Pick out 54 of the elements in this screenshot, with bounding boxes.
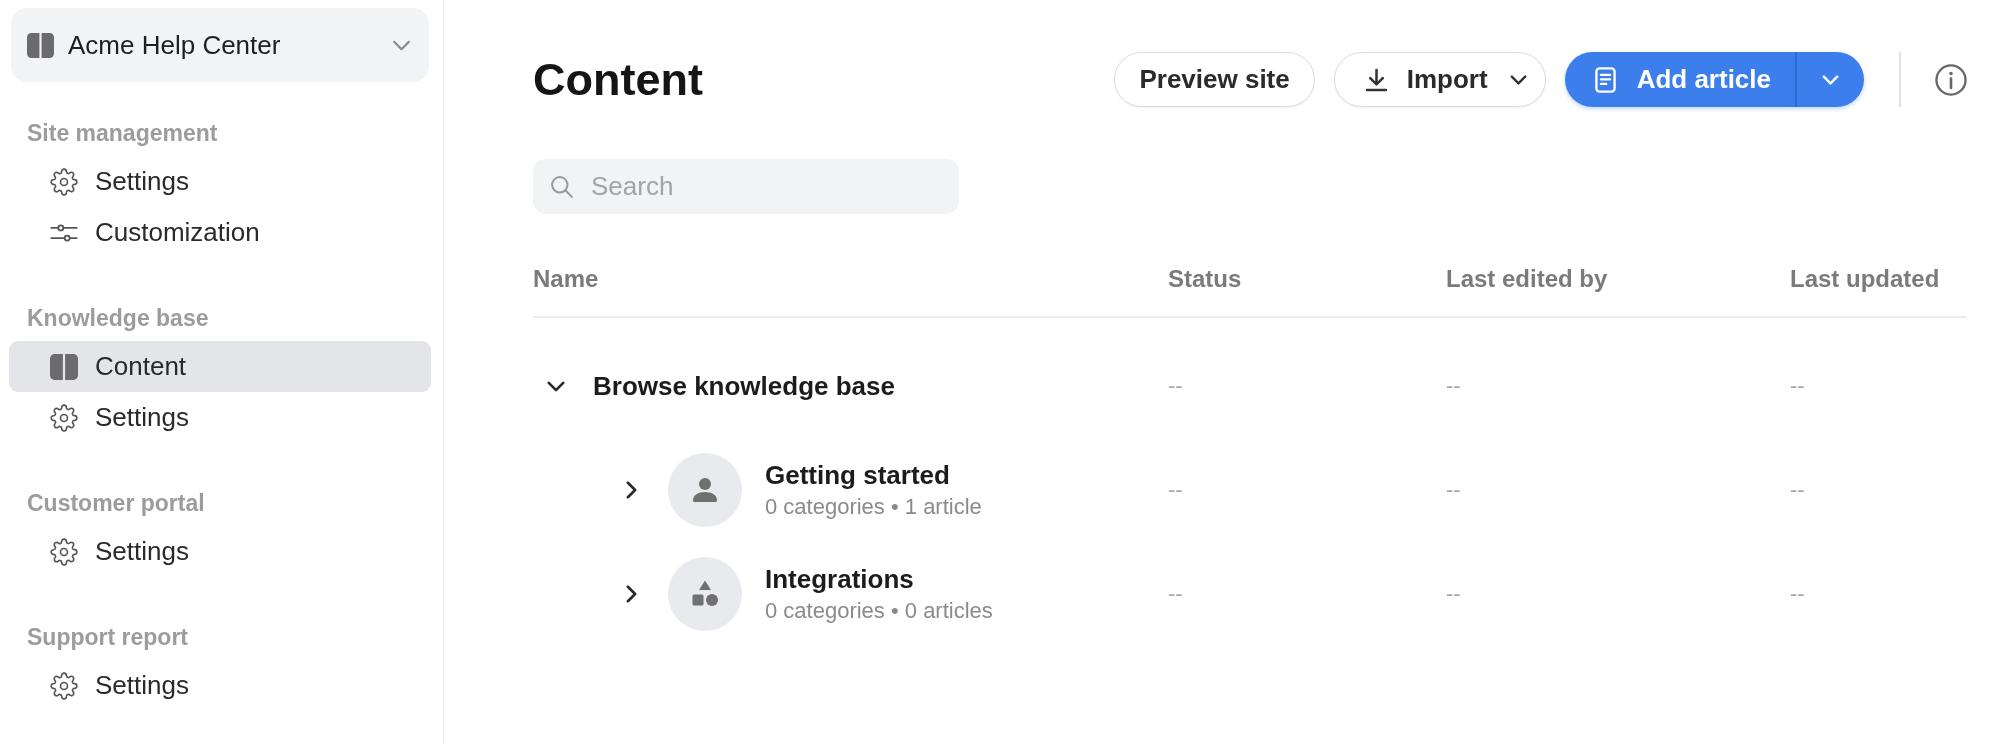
site-switcher[interactable]: Acme Help Center — [11, 8, 429, 82]
row-title[interactable]: Browse knowledge base — [593, 369, 895, 403]
table-cell: -- — [1790, 581, 1805, 607]
row-meta: 0 categories • 0 articles — [765, 597, 993, 625]
chevron-right-icon[interactable] — [625, 481, 637, 499]
section-heading: Knowledge base — [26, 304, 210, 333]
info-icon[interactable] — [1935, 63, 1967, 96]
row-title[interactable]: Integrations — [765, 562, 993, 596]
book-icon — [27, 32, 54, 58]
table-cell: -- — [1790, 373, 1805, 399]
preview-site-button[interactable]: Preview site — [1114, 52, 1315, 107]
nav-item[interactable]: Settings — [9, 660, 431, 711]
search-field[interactable]: Search — [533, 159, 959, 214]
book-icon — [50, 353, 78, 380]
column-header[interactable]: Last edited by — [1446, 264, 1608, 294]
gear-icon — [50, 671, 78, 700]
chevron-down-icon — [392, 39, 411, 51]
row-title[interactable]: Getting started — [765, 458, 982, 492]
nav-item[interactable]: Settings — [9, 392, 431, 443]
shapes-icon — [668, 557, 742, 631]
chevron-down-icon — [1509, 74, 1527, 85]
chevron-right-icon[interactable] — [625, 585, 637, 603]
add-article-button[interactable]: Add article — [1564, 52, 1795, 107]
person-icon — [668, 453, 742, 527]
table-cell: -- — [1446, 373, 1461, 399]
nav-item[interactable]: Content — [9, 341, 431, 392]
column-header[interactable]: Last updated — [1790, 264, 1940, 294]
table-cell: -- — [1790, 477, 1805, 503]
section-heading: Customer portal — [26, 489, 206, 518]
table-cell: -- — [1168, 477, 1183, 503]
section-heading: Support report — [26, 623, 189, 652]
chevron-down-icon[interactable] — [547, 380, 565, 392]
nav-item[interactable]: Settings — [9, 156, 431, 207]
page-title: Content — [533, 53, 703, 107]
table-cell: -- — [1446, 581, 1461, 607]
gear-icon — [50, 537, 78, 566]
nav-item[interactable]: Settings — [9, 526, 431, 577]
table-cell: -- — [1168, 373, 1183, 399]
table-cell: -- — [1446, 477, 1461, 503]
document-icon — [1594, 66, 1616, 93]
table-cell: -- — [1168, 581, 1183, 607]
add-article-menu-button[interactable] — [1795, 52, 1864, 107]
download-icon — [1364, 67, 1388, 92]
sliders-icon — [50, 223, 78, 242]
nav-item[interactable]: Customization — [9, 207, 431, 258]
gear-icon — [50, 167, 78, 196]
column-header[interactable]: Name — [533, 264, 599, 294]
gear-icon — [50, 403, 78, 432]
chevron-down-icon — [1822, 74, 1839, 85]
row-meta: 0 categories • 1 article — [765, 493, 982, 521]
column-header[interactable]: Status — [1168, 264, 1242, 294]
section-heading: Site management — [26, 119, 219, 148]
import-button[interactable]: Import — [1333, 52, 1546, 107]
search-icon — [551, 175, 573, 198]
